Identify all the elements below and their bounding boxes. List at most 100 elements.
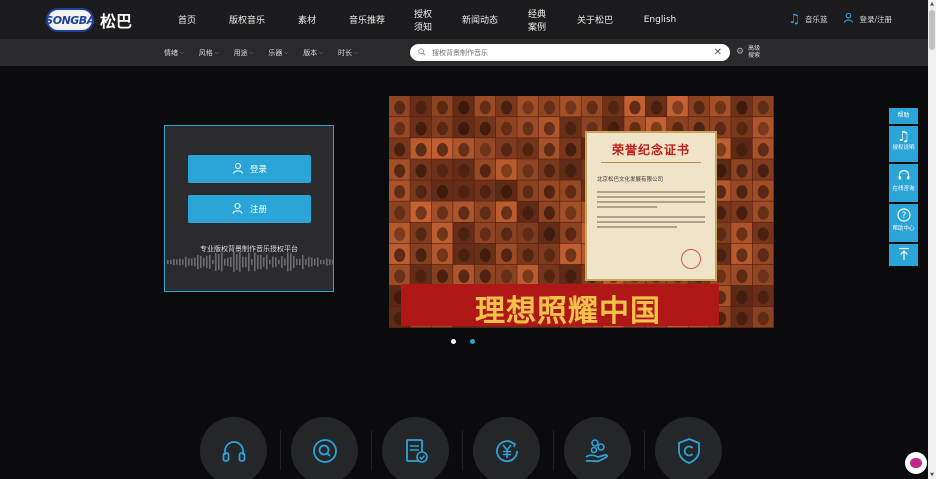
wave-bar <box>203 257 205 267</box>
chevron-down-icon: ⌵ <box>353 49 358 56</box>
carousel-dot-1[interactable] <box>451 339 456 344</box>
search-input[interactable] <box>432 48 714 57</box>
chevron-down-icon: ⌵ <box>284 49 289 56</box>
back-to-top-button[interactable] <box>889 244 918 266</box>
certificate-seal <box>681 249 701 269</box>
close-icon[interactable]: ✕ <box>714 47 722 58</box>
mosaic-face <box>501 100 513 115</box>
register-button[interactable]: 注册 <box>188 195 311 223</box>
filter-mood[interactable]: 情绪 ⌵ <box>164 48 184 58</box>
scroll-down-arrow-icon[interactable]: ▼ <box>929 472 935 478</box>
certificate-text-line <box>597 191 705 193</box>
mosaic-face <box>394 269 406 284</box>
mosaic-face <box>543 142 555 157</box>
scroll-up-arrow-icon[interactable]: ▲ <box>929 1 935 7</box>
wave-bar <box>320 259 322 265</box>
mosaic-face <box>757 311 769 326</box>
nav-item-english[interactable]: English <box>640 15 680 25</box>
mosaic-face <box>543 164 555 178</box>
mosaic-face <box>543 206 555 220</box>
filter-instrument[interactable]: 乐器 ⌵ <box>268 48 288 58</box>
feature-payment[interactable] <box>564 417 631 479</box>
filter-duration[interactable]: 时长 ⌵ <box>338 48 358 58</box>
wave-bar <box>272 256 274 268</box>
side-online-consult[interactable]: 在线咨询 <box>889 164 918 202</box>
mosaic-face <box>543 121 555 136</box>
certificate-company: 北京松巴文化发展有限公司 <box>597 177 664 183</box>
wave-bar <box>215 252 217 272</box>
mosaic-face <box>757 269 769 284</box>
wave-bar <box>251 258 253 266</box>
filter-usage[interactable]: 用途 ⌵ <box>234 48 254 58</box>
nav-item-home[interactable]: 首页 <box>170 13 204 26</box>
mosaic-face <box>458 100 470 115</box>
nav-item-materials[interactable]: 素材 <box>290 13 324 26</box>
mosaic-face <box>522 269 534 284</box>
nav-item-cases[interactable]: 经典案例 <box>524 7 550 33</box>
wave-bar <box>326 258 328 266</box>
side-help-center-label: 帮助中心 <box>892 226 915 232</box>
mosaic-face <box>522 142 534 157</box>
mosaic-face <box>458 142 470 157</box>
side-help-center[interactable]: ? 帮助中心 <box>889 204 918 242</box>
mosaic-face <box>501 248 513 262</box>
mosaic-face <box>415 121 427 136</box>
banner-carousel[interactable]: 荣誉纪念证书 北京松巴文化发展有限公司 理想照耀中国 <box>389 96 774 328</box>
feature-document[interactable] <box>382 417 449 479</box>
login-button[interactable]: 登录 <box>188 155 311 183</box>
wave-bar <box>242 256 244 268</box>
feature-headphones[interactable] <box>200 417 267 479</box>
scrollbar[interactable]: ▲ ▼ <box>928 0 936 479</box>
mosaic-face <box>479 142 491 157</box>
wave-bar <box>239 252 241 272</box>
mosaic-face <box>479 269 491 284</box>
mosaic-face <box>436 164 449 178</box>
mosaic-face <box>436 206 449 220</box>
mosaic-face <box>543 227 555 241</box>
mosaic-face <box>736 227 748 241</box>
mosaic-face <box>415 100 427 115</box>
scroll-thumb[interactable] <box>929 10 935 50</box>
filter-style[interactable]: 风格 ⌵ <box>199 48 219 58</box>
wave-bar <box>206 255 208 269</box>
mosaic-face <box>479 227 491 241</box>
assistant-button[interactable] <box>905 452 927 474</box>
wave-bar <box>221 252 223 272</box>
mosaic-face <box>501 227 513 241</box>
wave-bar <box>218 254 220 270</box>
wave-bar <box>299 258 301 266</box>
mosaic-face <box>565 269 577 284</box>
mosaic-face <box>501 142 513 157</box>
feature-pricing[interactable] <box>473 417 540 479</box>
advanced-search[interactable]: ⚙ 高级搜索 <box>736 45 762 59</box>
carousel-dot-2[interactable] <box>470 339 475 344</box>
wave-bar <box>311 257 313 267</box>
feature-search[interactable] <box>291 417 358 479</box>
login-register-label: 登录/注册 <box>859 15 892 24</box>
mosaic-face <box>586 100 598 115</box>
mosaic-face <box>757 185 769 199</box>
certificate-divider <box>601 162 701 163</box>
mosaic-face <box>394 248 406 262</box>
nav-item-music-recommend[interactable]: 音乐推荐 <box>324 13 410 26</box>
filter-version[interactable]: 版本 ⌵ <box>303 48 323 58</box>
filter-bar: 情绪⌵ 风格⌵ 用途⌵ 乐器⌵ 版本⌵ 时长⌵ ✕ ⚙ 高级搜索 <box>0 39 928 66</box>
svg-text:?: ? <box>901 211 906 221</box>
feature-copyright[interactable] <box>655 417 722 479</box>
music-list-link[interactable]: ♫ 音乐篮 <box>788 12 827 27</box>
mosaic-face <box>565 121 577 136</box>
logo[interactable]: SONGBA 松巴 <box>45 8 132 32</box>
wave-bar <box>287 252 289 272</box>
certificate-text-line <box>597 206 657 208</box>
nav-item-about[interactable]: 关于松巴 <box>550 13 640 26</box>
user-plus-icon <box>232 202 244 217</box>
headphones-icon <box>222 440 245 462</box>
advanced-search-label: 高级搜索 <box>748 45 761 59</box>
nav-item-news[interactable]: 新闻动态 <box>436 13 524 26</box>
nav-item-license-notice[interactable]: 授权须知 <box>410 7 436 33</box>
search-box: ✕ <box>410 44 730 61</box>
side-license-info[interactable]: ♫ 授权说明 <box>889 126 918 162</box>
nav-item-copyright-music[interactable]: 版权音乐 <box>204 13 290 26</box>
assistant-icon <box>910 458 922 468</box>
login-register-link[interactable]: 登录/注册 <box>843 12 892 27</box>
